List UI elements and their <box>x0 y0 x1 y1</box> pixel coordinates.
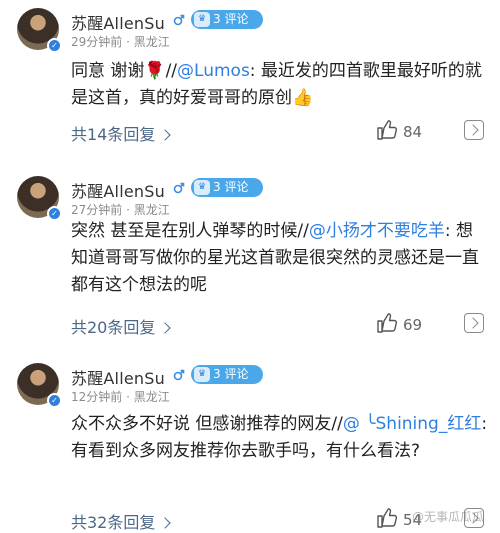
chevron-right-icon <box>159 129 172 141</box>
comment-meta: 27分钟前 · 黑龙江 <box>71 203 170 217</box>
verified-icon: ✓ <box>47 38 62 53</box>
comment-text: 突然 甚至是在别人弹琴的时候//@小扬才不要吃羊: 想知道哥哥写做你的星光这首歌… <box>71 218 489 299</box>
text-before: 众不众多不好说 但感谢推荐的网友// <box>71 414 343 434</box>
chevron-right-icon <box>159 517 172 529</box>
male-icon <box>173 369 185 381</box>
username[interactable]: 苏醒AllenSu <box>71 10 165 34</box>
male-icon <box>173 14 185 26</box>
watermark: @无事瓜瓜瓜 <box>411 510 484 524</box>
replies-link[interactable]: 共20条回复 <box>71 314 172 338</box>
badge-label: 3 评论达人 <box>213 12 249 45</box>
like-icon[interactable] <box>376 312 398 334</box>
avatar[interactable]: ✓ <box>17 363 62 408</box>
like-icon[interactable] <box>376 507 398 529</box>
like-count: 84 <box>403 123 423 141</box>
badge-icon: ♛ <box>194 12 210 27</box>
avatar[interactable]: ✓ <box>17 176 62 221</box>
text-before: 突然 甚至是在别人弹琴的时候// <box>71 221 309 241</box>
badge-label: 3 评论达人 <box>213 180 249 213</box>
badge-icon: ♛ <box>194 180 210 195</box>
commenter-badge[interactable]: ♛ 3 评论达人 <box>191 178 263 213</box>
replies-label: 共32条回复 <box>71 513 156 532</box>
more-options-icon[interactable] <box>464 120 484 140</box>
badge-icon: ♛ <box>194 367 210 382</box>
username[interactable]: 苏醒AllenSu <box>71 365 165 389</box>
replies-label: 共20条回复 <box>71 318 156 337</box>
replies-link[interactable]: 共32条回复 <box>71 509 172 533</box>
mention-link[interactable]: @ ╰Shining_红红 <box>343 414 482 434</box>
comment-meta: 12分钟前 · 黑龙江 <box>71 390 170 404</box>
mention-link[interactable]: @Lumos <box>177 61 250 81</box>
text-before: 同意 谢谢🌹// <box>71 61 178 81</box>
comment-text: 众不众多不好说 但感谢推荐的网友//@ ╰Shining_红红: 有看到众多网友… <box>71 411 489 465</box>
verified-icon: ✓ <box>47 206 62 221</box>
badge-label: 3 评论达人 <box>213 367 249 400</box>
verified-icon: ✓ <box>47 393 62 408</box>
chevron-right-icon <box>159 322 172 334</box>
like-count: 69 <box>403 316 423 334</box>
comment-meta: 29分钟前 · 黑龙江 <box>71 35 170 49</box>
like-icon[interactable] <box>376 119 398 141</box>
commenter-badge[interactable]: ♛ 3 评论达人 <box>191 365 263 400</box>
replies-link[interactable]: 共14条回复 <box>71 121 172 145</box>
avatar[interactable]: ✓ <box>17 8 62 53</box>
comment-text: 同意 谢谢🌹//@Lumos: 最近发的四首歌里最好听的就是这首，真的好爱哥哥的… <box>71 58 489 112</box>
commenter-badge[interactable]: ♛ 3 评论达人 <box>191 10 263 45</box>
username[interactable]: 苏醒AllenSu <box>71 178 165 202</box>
more-options-icon[interactable] <box>464 313 484 333</box>
mention-link[interactable]: @小扬才不要吃羊 <box>309 221 445 241</box>
replies-label: 共14条回复 <box>71 125 156 144</box>
male-icon <box>173 182 185 194</box>
